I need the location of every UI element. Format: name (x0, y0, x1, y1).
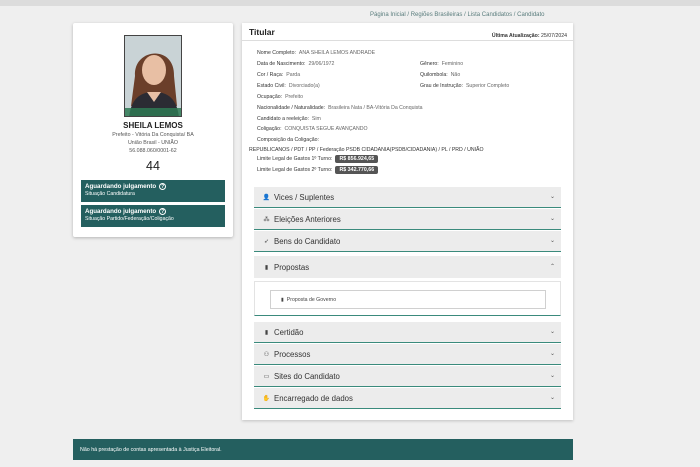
breadcrumb-regions[interactable]: Regiões Brasileiras (411, 12, 463, 18)
status-party-subtitle: Situação Partido/Federação/Coligação (85, 216, 174, 222)
field-occupation: Ocupação: Prefeito (257, 94, 303, 100)
file-icon: ▮ (264, 329, 269, 336)
accounts-notice: Não há prestação de contas apresentada à… (73, 439, 573, 460)
field-limit-1: Limite Legal de Gastos 1º Turno: R$ 856.9… (257, 155, 379, 163)
field-nationality: Nacionalidade / Naturalidade: Brasileira … (257, 105, 423, 111)
chevron-down-icon: ⌄ (549, 216, 555, 222)
help-icon[interactable]: ? (159, 183, 167, 190)
field-full-name: Nome Completo: ANA SHEILA LEMOS ANDRADE (257, 50, 376, 56)
field-race: Cor / Raça: Parda (257, 72, 301, 78)
field-civil-status: Estado Civil: Divorciado(a) (257, 83, 320, 89)
chevron-down-icon: ⌄ (549, 351, 555, 357)
file-icon: ▮ (281, 296, 284, 303)
status-candidacy-subtitle: Situação Candidatura (85, 191, 135, 197)
candidate-cnpj: 56.088.060/0001-62 (129, 148, 177, 154)
file-icon: ▮ (264, 264, 269, 271)
chevron-down-icon: ⌄ (549, 238, 555, 244)
limit-2-badge: R$ 342.770,66 (335, 166, 379, 174)
limit-1-badge: R$ 856.924,65 (335, 155, 379, 163)
section-certificate[interactable]: ▮ Certidão ⌄ (254, 322, 561, 343)
candidate-photo (124, 35, 182, 117)
candidate-office: Prefeito - Vitória Da Conquista/ BA (112, 132, 194, 138)
breadcrumb-home[interactable]: Página Inicial (370, 12, 406, 18)
panel-title: Titular (249, 27, 275, 37)
section-vices[interactable]: 👤 Vices / Suplentes ⌄ (254, 187, 561, 208)
handshake-icon: ✋ (262, 395, 271, 402)
field-quilombola: Quilombola: Não (420, 72, 461, 78)
section-sites[interactable]: ▭ Sites do Candidato ⌄ (254, 366, 561, 387)
section-assets[interactable]: ➶ Bens do Candidato ⌄ (254, 231, 561, 252)
section-data-officer[interactable]: ✋ Encarregado de dados ⌄ (254, 388, 561, 409)
candidate-party: União Brasil - UNIÃO (127, 140, 179, 146)
proposal-document-link[interactable]: ▮ Proposta de Governo (270, 290, 546, 309)
last-update: Última Atualização: 25/07/2024 (491, 33, 567, 39)
help-icon[interactable]: ? (159, 208, 167, 215)
field-coalition: Coligação: CONQUISTA SEGUE AVANÇANDO (257, 126, 368, 132)
section-previous-elections[interactable]: ⁂ Eleições Anteriores ⌄ (254, 209, 561, 230)
field-composition-value: REPUBLICANOS / PDT / PP / Federação PSDB… (249, 147, 484, 153)
status-candidacy-title: Aguardando julgamento (85, 183, 157, 190)
field-limit-2: Limite Legal de Gastos 2º Turno: R$ 342.7… (257, 166, 379, 174)
laptop-icon: ▭ (263, 373, 270, 380)
breadcrumb-candidate-list[interactable]: Lista Candidatos (467, 12, 512, 18)
chevron-down-icon: ⌄ (549, 329, 555, 335)
breadcrumb: Página Inicial / Regiões Brasileiras / L… (370, 12, 545, 18)
status-candidacy: Aguardando julgamento? Situação Candidat… (81, 180, 225, 202)
candidate-card: SHEILA LEMOS Prefeito - Vitória Da Conqu… (73, 23, 233, 237)
rocket-icon: ➶ (263, 238, 270, 245)
field-birth: Data de Nascimento: 29/06/1972 (257, 61, 335, 67)
chevron-down-icon: ⌄ (549, 395, 555, 401)
field-gender: Gênero: Feminino (420, 61, 464, 67)
section-proposals[interactable]: ▮ Propostas ⌃ (254, 256, 561, 278)
sitemap-icon: ⁂ (263, 216, 270, 223)
status-party: Aguardando julgamento? Situação Partido/… (81, 205, 225, 227)
chevron-up-icon: ⌃ (549, 264, 555, 270)
candidate-name: SHEILA LEMOS (123, 121, 183, 130)
proposals-body: ▮ Proposta de Governo (254, 281, 561, 316)
section-lawsuits[interactable]: ⚇ Processos ⌄ (254, 344, 561, 365)
chevron-down-icon: ⌄ (549, 194, 555, 200)
divider (242, 40, 573, 41)
person-icon: 👤 (262, 194, 271, 201)
field-reelection: Candidato a reeleição: Sim (257, 116, 321, 122)
status-party-title: Aguardando julgamento (85, 208, 157, 215)
field-composition-label: Composição da Coligação: (257, 137, 319, 143)
top-bar (0, 0, 700, 6)
group-icon: ⚇ (263, 351, 270, 358)
candidate-number: 44 (146, 159, 160, 173)
field-education: Grau de Instrução: Superior Completo (420, 83, 510, 89)
breadcrumb-candidate[interactable]: Candidato (517, 12, 544, 18)
chevron-down-icon: ⌄ (549, 373, 555, 379)
details-panel: Titular Última Atualização: 25/07/2024 N… (242, 23, 573, 420)
